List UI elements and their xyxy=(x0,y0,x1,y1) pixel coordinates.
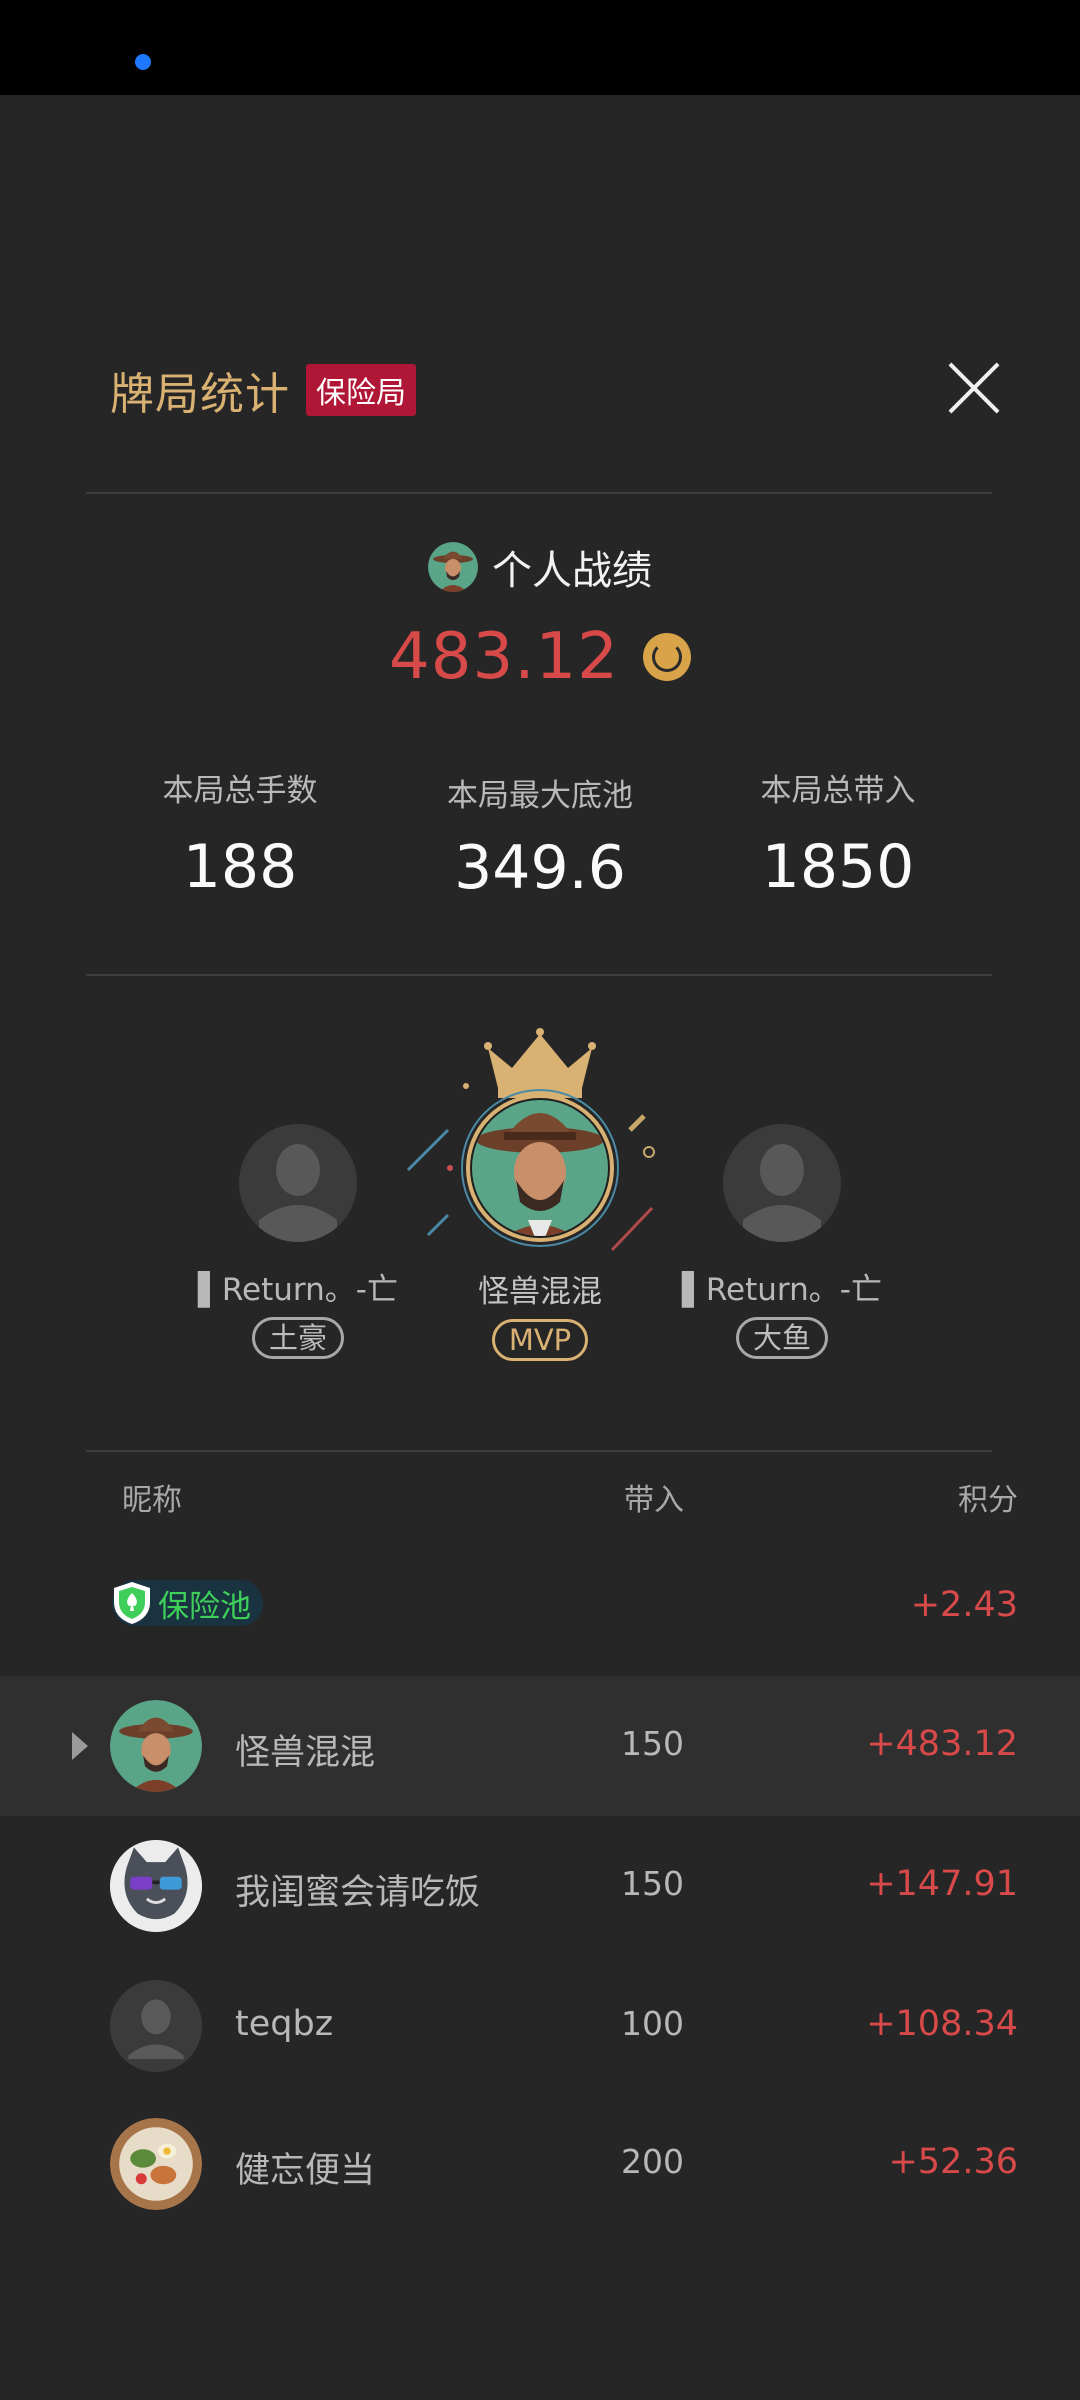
personal-score-row: 483.12 xyxy=(0,620,1080,694)
table-row[interactable]: 我闺蜜会请吃饭 150 +147.91 xyxy=(0,1816,1080,1956)
podium-right[interactable]: ▌Return。-亡 大鱼 xyxy=(652,1124,912,1359)
player-buyin: 150 xyxy=(621,1724,684,1763)
stat-max-pot: 本局最大底池 349.6 xyxy=(390,770,690,903)
player-buyin: 200 xyxy=(621,2142,684,2181)
player-score: +147.91 xyxy=(866,1864,1018,1904)
stat-value: 188 xyxy=(182,832,298,902)
notification-dot-icon xyxy=(135,54,151,70)
close-icon[interactable] xyxy=(946,360,1002,416)
player-buyin: 150 xyxy=(621,1864,684,1903)
divider xyxy=(86,492,992,494)
personal-record-heading: 个人战绩 xyxy=(0,538,1080,596)
big-fish-tag: 大鱼 xyxy=(735,1317,828,1359)
personal-record-label: 个人战绩 xyxy=(492,548,652,594)
podium-name: ▌Return。-亡 xyxy=(682,1272,882,1308)
cat-sunglasses-avatar xyxy=(110,1840,202,1932)
insurance-pool-chip: 保险池 xyxy=(112,1580,263,1626)
food-plate-avatar xyxy=(110,2118,202,2210)
divider xyxy=(86,1450,992,1452)
column-header-buyin: 带入 xyxy=(624,1483,684,1518)
stat-label: 本局总带入 xyxy=(760,773,916,809)
insurance-game-badge: 保险局 xyxy=(306,364,416,416)
player-name: 我闺蜜会请吃饭 xyxy=(235,1873,481,1913)
personal-score: 483.12 xyxy=(389,620,619,694)
cowboy-avatar xyxy=(110,1700,202,1792)
tycoon-tag: 土豪 xyxy=(251,1317,344,1359)
divider xyxy=(86,974,992,976)
default-person-avatar xyxy=(723,1124,841,1242)
player-name: 健忘便当 xyxy=(235,2151,376,2191)
mvp-avatar-frame[interactable] xyxy=(400,1020,680,1260)
dialog-title: 牌局统计 xyxy=(110,369,290,420)
player-score: +108.34 xyxy=(866,2004,1018,2044)
player-score: +483.12 xyxy=(866,1724,1018,1764)
podium-left[interactable]: ▌Return。-亡 土豪 xyxy=(168,1124,428,1359)
stat-value: 349.6 xyxy=(454,833,626,903)
dialog-header: 牌局统计 保险局 xyxy=(110,355,416,425)
expand-arrow-icon[interactable] xyxy=(72,1732,88,1760)
stat-total-hands: 本局总手数 188 xyxy=(90,765,390,902)
table-row[interactable]: 健忘便当 200 +52.36 xyxy=(0,2094,1080,2234)
coin-icon xyxy=(642,633,691,681)
default-person-avatar xyxy=(110,1980,202,2072)
table-row[interactable]: 怪兽混混 150 +483.12 xyxy=(0,1676,1080,1816)
column-header-score: 积分 xyxy=(958,1483,1018,1518)
player-buyin: 100 xyxy=(621,2004,684,2043)
podium-center: 怪兽混混 MVP xyxy=(410,1266,670,1361)
table-row[interactable]: teqbz 100 +108.34 xyxy=(0,1956,1080,2096)
status-bar xyxy=(0,0,1080,95)
shield-icon xyxy=(114,1582,150,1624)
default-person-avatar xyxy=(239,1124,357,1242)
stat-total-buyin: 本局总带入 1850 xyxy=(688,765,988,902)
player-name: 怪兽混混 xyxy=(235,1733,376,1773)
stat-label: 本局总手数 xyxy=(162,773,318,809)
avatar xyxy=(428,542,478,592)
podium-name: ▌Return。-亡 xyxy=(198,1272,398,1308)
insurance-pool-label: 保险池 xyxy=(158,1588,251,1625)
stat-value: 1850 xyxy=(761,832,915,902)
stat-label: 本局最大底池 xyxy=(447,778,633,814)
player-score: +52.36 xyxy=(888,2142,1018,2182)
column-header-nickname: 昵称 xyxy=(122,1483,182,1518)
insurance-pool-score: +2.43 xyxy=(910,1585,1018,1625)
player-name: teqbz xyxy=(235,2004,334,2044)
podium-name: 怪兽混混 xyxy=(478,1274,602,1310)
mvp-tag: MVP xyxy=(491,1319,589,1361)
